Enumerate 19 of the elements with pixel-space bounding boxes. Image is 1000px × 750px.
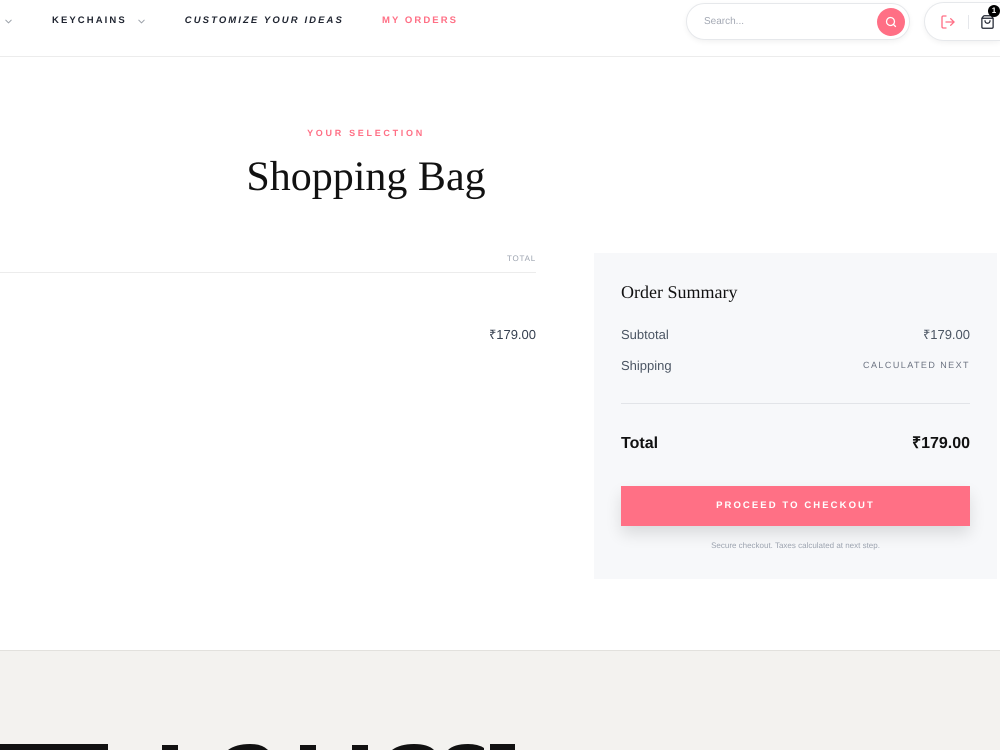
section-eyebrow: YOUR SELECTION	[307, 127, 425, 139]
page-title: Shopping Bag	[246, 153, 486, 201]
logout-icon[interactable]	[940, 14, 956, 30]
search-icon	[885, 16, 897, 28]
item-total-cell: ₹179.00	[489, 327, 536, 343]
summary-label: Shipping	[621, 357, 672, 376]
cart-count-badge: 1	[988, 4, 1000, 16]
summary-label: Subtotal	[621, 326, 669, 344]
checkout-note: Secure checkout. Taxes calculated at next step.	[710, 540, 881, 552]
summary-value: CALCULATED NEXT	[863, 359, 970, 372]
total-label: Total	[621, 434, 658, 454]
nav-link[interactable]: KEYCHAINS	[52, 14, 127, 29]
total-value: ₹179.00	[912, 434, 970, 454]
summary-title: Order Summary	[621, 281, 738, 304]
shopping-bag-icon[interactable]	[980, 14, 995, 30]
column-header: TOTAL	[506, 254, 536, 264]
nav-link[interactable]: CUSTOMIZE YOUR IDEAS	[184, 14, 344, 29]
summary-value: ₹179.00	[923, 326, 970, 344]
search-field[interactable]: Search...	[686, 3, 910, 40]
